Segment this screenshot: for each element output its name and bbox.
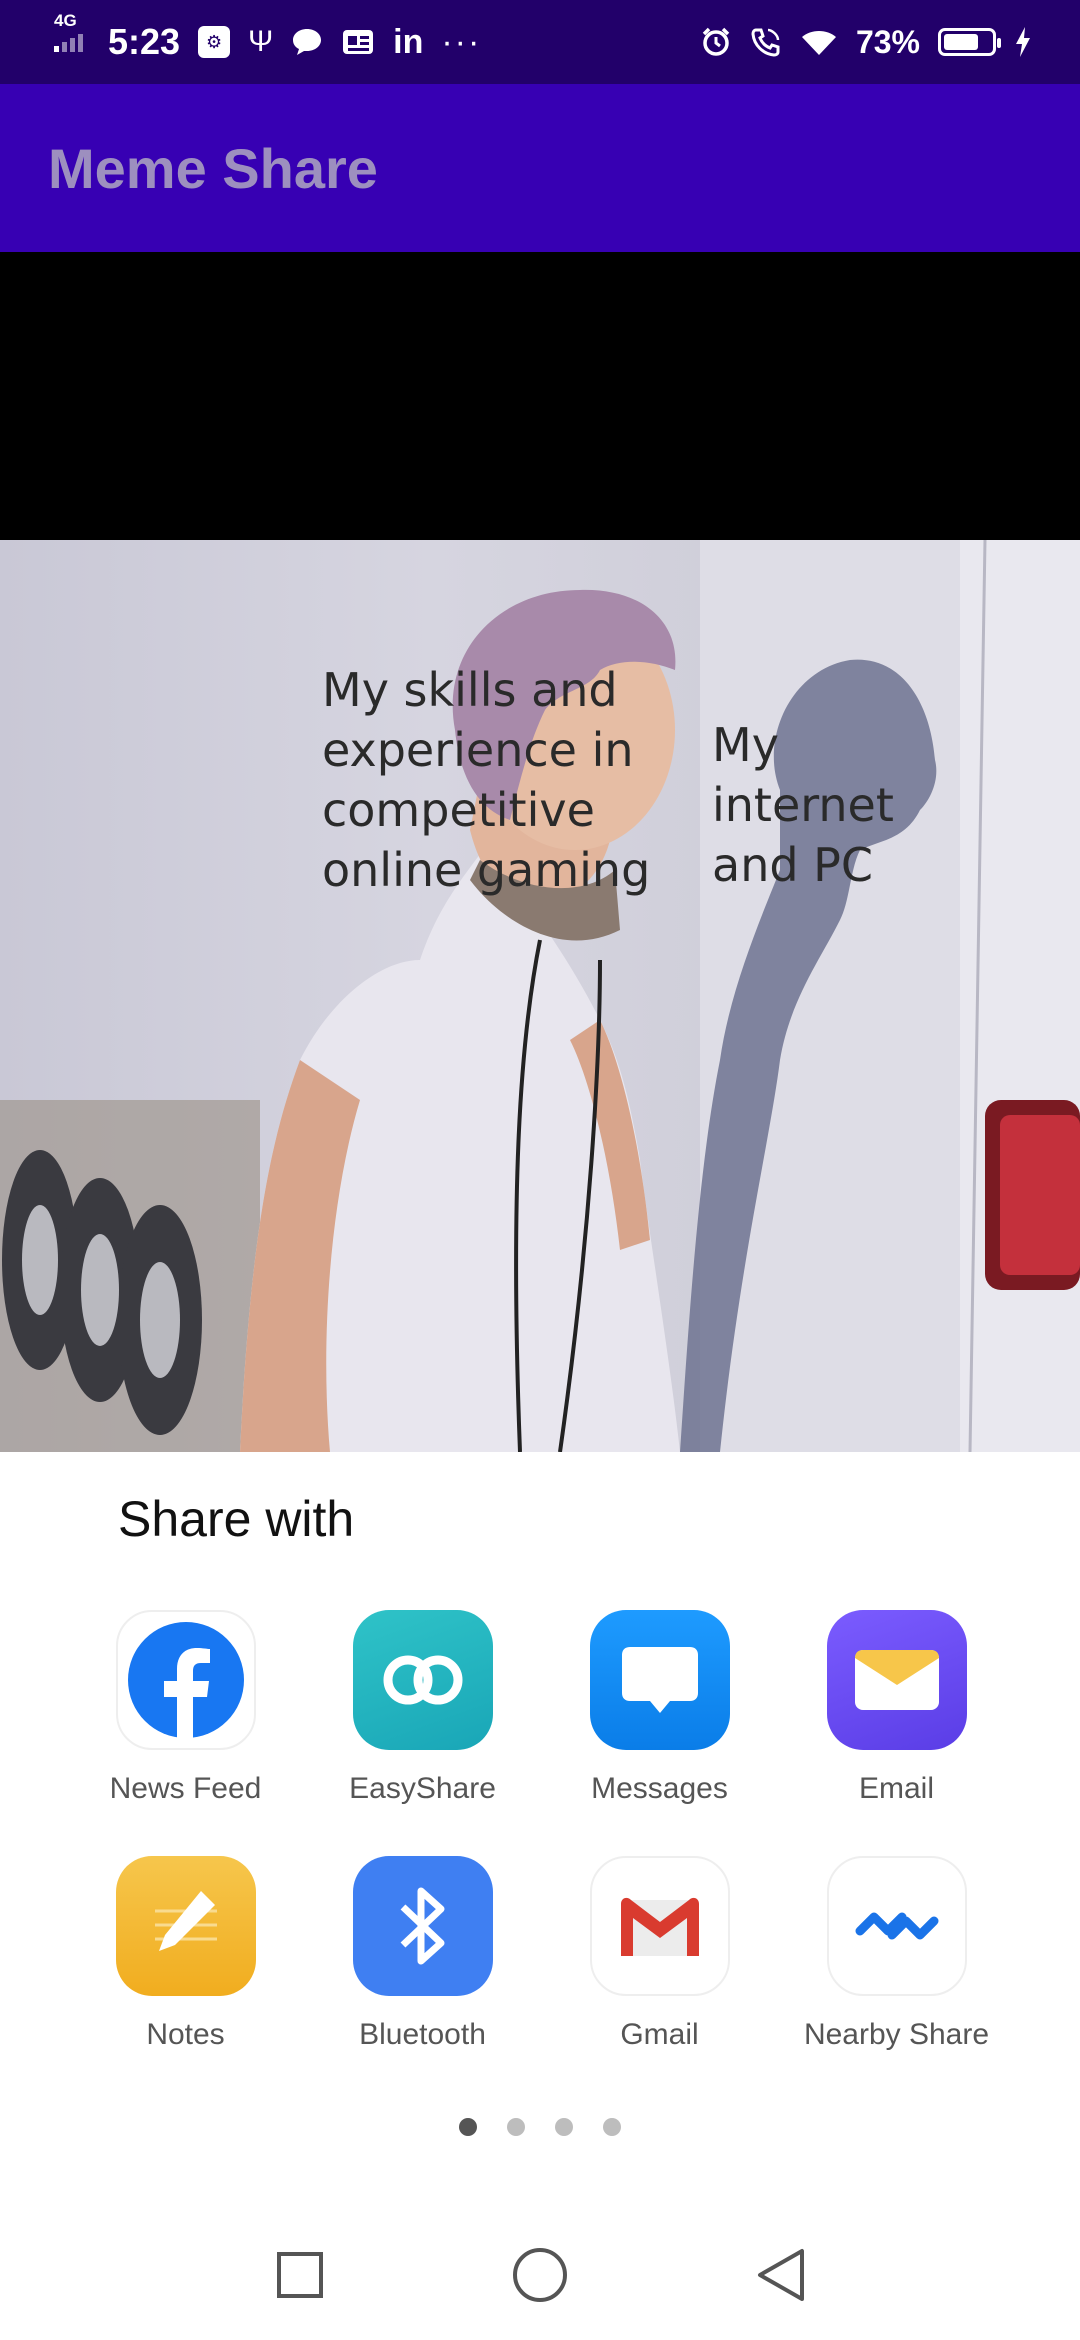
share-target-gmail[interactable]: Gmail [541, 1856, 778, 2052]
caption-line: My [712, 718, 779, 772]
share-target-label: Messages [591, 1772, 728, 1805]
back-button[interactable] [740, 2235, 820, 2315]
page-dot[interactable] [555, 2118, 573, 2136]
share-target-label: Email [858, 1772, 934, 1805]
messages-icon [589, 1610, 730, 1750]
share-target-nearby-share[interactable]: Nearby Share [778, 1856, 1015, 2052]
charging-icon [1014, 26, 1032, 58]
share-target-label: Bluetooth [359, 2018, 486, 2051]
easyshare-icon [352, 1610, 493, 1750]
share-target-label: Notes [146, 2018, 225, 2051]
recents-button[interactable] [260, 2235, 340, 2315]
app-title: Meme Share [48, 136, 378, 200]
bluetooth-icon [352, 1856, 493, 1996]
caption-line: competitive [322, 783, 595, 837]
gmail-icon [589, 1856, 730, 1996]
share-app-grid: News Feed EasyShare Messages Email Notes… [0, 1610, 1080, 2052]
caption-line: online gaming [322, 843, 651, 897]
wifi-icon [800, 27, 838, 57]
status-bar: 4G 5:23 ⚙ Ψ in ··· 73% [0, 0, 1080, 84]
status-right: 73% [700, 24, 1032, 61]
linkedin-icon: in [393, 22, 424, 61]
app-bar: Meme Share [0, 84, 1080, 252]
share-sheet: Share with News Feed EasyShare Messages [0, 1452, 1080, 2210]
battery-icon [938, 28, 1001, 56]
battery-percent: 73% [855, 23, 920, 60]
share-target-label: News Feed [109, 1772, 262, 1805]
status-left: 4G 5:23 ⚙ Ψ in ··· [54, 12, 482, 63]
meme-image: My skills and experience in competitive … [0, 540, 1080, 1452]
caption-line: and PC [712, 838, 874, 892]
home-button[interactable] [500, 2235, 580, 2315]
network-type: 4G [54, 11, 77, 30]
battery-fill [944, 34, 978, 50]
share-target-label: Nearby Share [803, 2018, 990, 2051]
triangle-back-icon [758, 2249, 804, 2301]
usb-debug-icon: ⚙ [198, 26, 231, 58]
navigation-bar [0, 2210, 1080, 2340]
signal-icon: 4G [54, 12, 90, 52]
chat-icon [291, 27, 323, 57]
share-target-label: Gmail [620, 2018, 699, 2051]
share-sheet-title: Share with [118, 1491, 355, 1547]
page-dot[interactable] [459, 2118, 477, 2136]
image-letterbox [0, 252, 1080, 540]
nearby-share-icon [826, 1856, 967, 1996]
page-dot[interactable] [603, 2118, 621, 2136]
share-target-messages[interactable]: Messages [541, 1610, 778, 1806]
email-icon [826, 1610, 967, 1750]
usb-icon: Ψ [248, 25, 274, 58]
share-target-news-feed[interactable]: News Feed [67, 1610, 304, 1806]
page-indicator [0, 2118, 1080, 2136]
more-icon: ··· [441, 22, 482, 61]
circle-icon [513, 2248, 567, 2302]
caption-line: experience in [322, 723, 634, 777]
share-target-email[interactable]: Email [778, 1610, 1015, 1806]
facebook-icon [115, 1610, 256, 1750]
caption-line: My skills and [322, 663, 618, 717]
clock: 5:23 [108, 21, 181, 62]
meme-caption-left: My skills and experience in competitive … [322, 660, 650, 900]
share-target-bluetooth[interactable]: Bluetooth [304, 1856, 541, 2052]
caption-line: internet [712, 778, 894, 832]
share-target-easyshare[interactable]: EasyShare [304, 1610, 541, 1806]
meme-caption-right: My internet and PC [712, 715, 894, 895]
page-dot[interactable] [507, 2118, 525, 2136]
news-icon [341, 27, 375, 57]
alarm-icon [700, 26, 732, 58]
square-icon [277, 2252, 323, 2298]
share-target-label: EasyShare [349, 1772, 496, 1805]
notes-icon [115, 1856, 256, 1996]
wifi-call-icon [750, 26, 782, 58]
share-target-notes[interactable]: Notes [67, 1856, 304, 2052]
